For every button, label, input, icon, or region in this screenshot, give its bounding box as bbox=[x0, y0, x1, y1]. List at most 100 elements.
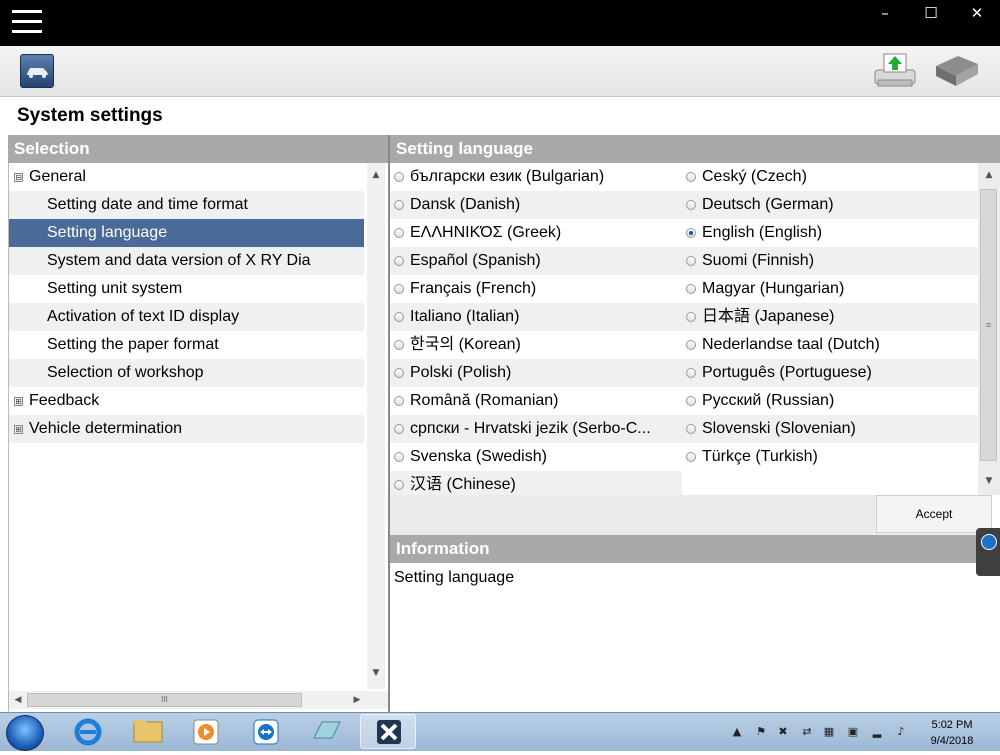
language-radio[interactable] bbox=[686, 172, 696, 182]
collapse-icon[interactable]: ⊟ bbox=[14, 173, 23, 182]
taskbar-app-button[interactable] bbox=[298, 714, 354, 749]
language-radio[interactable] bbox=[686, 396, 696, 406]
maximize-button[interactable]: ☐ bbox=[908, 0, 954, 26]
scroll-down-arrow-icon[interactable]: ▼ bbox=[368, 665, 384, 681]
language-radio[interactable] bbox=[394, 424, 404, 434]
language-option[interactable]: српски - Hrvatski jezik (Serbo-C... bbox=[394, 415, 680, 443]
language-option[interactable]: Español (Spanish) bbox=[394, 247, 680, 275]
printer-upload-button[interactable] bbox=[872, 50, 918, 90]
language-radio[interactable] bbox=[686, 368, 696, 378]
language-radio[interactable] bbox=[686, 424, 696, 434]
scroll-down-arrow-icon[interactable]: ▼ bbox=[981, 473, 997, 489]
language-radio[interactable] bbox=[394, 256, 404, 266]
selection-header: Selection bbox=[8, 135, 388, 163]
language-radio[interactable] bbox=[686, 200, 696, 210]
scroll-left-arrow-icon[interactable]: ◀ bbox=[10, 692, 26, 708]
language-option[interactable]: Português (Portuguese) bbox=[686, 359, 976, 387]
language-radio[interactable] bbox=[394, 480, 404, 490]
tray-device-icon[interactable]: ▣ bbox=[846, 725, 860, 739]
language-radio[interactable] bbox=[394, 172, 404, 182]
start-button[interactable] bbox=[6, 715, 44, 751]
language-option[interactable]: Italiano (Italian) bbox=[394, 303, 680, 331]
language-option[interactable]: Русский (Russian) bbox=[686, 387, 976, 415]
language-option[interactable]: Svenska (Swedish) bbox=[394, 443, 680, 471]
accept-button[interactable]: Accept bbox=[876, 495, 992, 533]
scroll-up-arrow-icon[interactable]: ▲ bbox=[368, 167, 384, 183]
language-option[interactable]: Polski (Polish) bbox=[394, 359, 680, 387]
tray-signal-icon[interactable]: ▂ bbox=[870, 725, 884, 739]
scroll-right-arrow-icon[interactable]: ▶ bbox=[349, 692, 365, 708]
language-option[interactable]: Magyar (Hungarian) bbox=[686, 275, 976, 303]
language-option[interactable]: Deutsch (German) bbox=[686, 191, 976, 219]
language-option[interactable]: Français (French) bbox=[394, 275, 680, 303]
language-radio[interactable] bbox=[394, 452, 404, 462]
language-radio[interactable] bbox=[394, 396, 404, 406]
language-radio[interactable] bbox=[686, 284, 696, 294]
tree-item[interactable]: Selection of workshop bbox=[9, 359, 364, 387]
language-option[interactable]: 한국의 (Korean) bbox=[394, 331, 680, 359]
taskbar-ie-button[interactable] bbox=[60, 714, 116, 749]
tray-security-icon[interactable]: ⚑ bbox=[754, 725, 768, 739]
language-option[interactable]: Nederlandse taal (Dutch) bbox=[686, 331, 976, 359]
language-vertical-scrollbar[interactable]: ▲ ≡ ▼ bbox=[978, 163, 1000, 495]
taskbar-clock[interactable]: 5:02 PM 9/4/2018 bbox=[922, 717, 982, 749]
close-button[interactable]: ✕ bbox=[954, 0, 1000, 26]
language-option[interactable]: ΕΛΛΗΝΙΚΌΣ (Greek) bbox=[394, 219, 680, 247]
tree-item[interactable]: ⊞ Feedback bbox=[9, 387, 364, 415]
language-radio[interactable] bbox=[686, 312, 696, 322]
taskbar-xentry-button[interactable] bbox=[360, 714, 416, 749]
tree-item[interactable]: System and data version of X RY Dia bbox=[9, 247, 364, 275]
language-option[interactable]: български език (Bulgarian) bbox=[394, 163, 680, 191]
language-radio[interactable] bbox=[394, 200, 404, 210]
selection-horizontal-scrollbar[interactable]: ◀ III ▶ bbox=[9, 691, 389, 709]
language-radio[interactable] bbox=[686, 340, 696, 350]
language-option[interactable]: 汉语 (Chinese) bbox=[394, 471, 680, 495]
selection-vertical-scrollbar[interactable]: ▲ ▼ bbox=[367, 163, 385, 689]
language-scroll-thumb[interactable]: ≡ bbox=[980, 189, 997, 461]
vehicle-button[interactable] bbox=[20, 54, 54, 88]
language-radio[interactable] bbox=[686, 256, 696, 266]
tray-expand-icon[interactable]: ▲ bbox=[730, 725, 744, 739]
manual-button[interactable] bbox=[932, 52, 982, 90]
language-radio[interactable] bbox=[686, 228, 696, 238]
language-label: Suomi (Finnish) bbox=[702, 252, 815, 269]
tree-item[interactable]: Setting date and time format bbox=[9, 191, 364, 219]
language-option[interactable]: Suomi (Finnish) bbox=[686, 247, 976, 275]
language-option[interactable]: Română (Romanian) bbox=[394, 387, 680, 415]
taskbar-teamviewer-button[interactable] bbox=[238, 714, 294, 749]
language-option[interactable]: Ceský (Czech) bbox=[686, 163, 976, 191]
language-radio[interactable] bbox=[394, 368, 404, 378]
language-option[interactable]: 日本語 (Japanese) bbox=[686, 303, 976, 331]
language-radio[interactable] bbox=[394, 284, 404, 294]
taskbar-explorer-button[interactable] bbox=[120, 714, 176, 749]
tray-network-error-icon[interactable]: ✖ bbox=[776, 725, 790, 739]
taskbar-media-button[interactable] bbox=[178, 714, 234, 749]
minimize-button[interactable]: – bbox=[862, 0, 908, 26]
tree-item[interactable]: ⊟ General bbox=[9, 163, 364, 191]
horizontal-scroll-thumb[interactable]: III bbox=[27, 693, 302, 707]
language-radio[interactable] bbox=[686, 452, 696, 462]
language-option[interactable]: English (English) bbox=[686, 219, 976, 247]
tree-item[interactable]: Setting language bbox=[9, 219, 364, 247]
language-option[interactable]: Dansk (Danish) bbox=[394, 191, 680, 219]
tray-volume-icon[interactable]: ♪ bbox=[894, 725, 908, 739]
expand-icon[interactable]: ⊞ bbox=[14, 425, 23, 434]
language-radio[interactable] bbox=[394, 312, 404, 322]
tree-item[interactable]: ⊞ Vehicle determination bbox=[9, 415, 364, 443]
teamviewer-side-tab[interactable] bbox=[976, 528, 1000, 576]
language-option[interactable]: Türkçe (Turkish) bbox=[686, 443, 976, 471]
language-label: 한국의 (Korean) bbox=[410, 336, 521, 353]
language-radio[interactable] bbox=[394, 340, 404, 350]
tray-teamviewer-icon[interactable]: ⇄ bbox=[800, 725, 814, 739]
tree-item[interactable]: Activation of text ID display bbox=[9, 303, 364, 331]
hamburger-icon[interactable] bbox=[12, 10, 42, 34]
tree-item[interactable]: Setting unit system bbox=[9, 275, 364, 303]
language-label: 汉语 (Chinese) bbox=[410, 476, 516, 493]
scroll-up-arrow-icon[interactable]: ▲ bbox=[981, 167, 997, 183]
language-label: Deutsch (German) bbox=[702, 196, 834, 213]
tree-item[interactable]: Setting the paper format bbox=[9, 331, 364, 359]
expand-icon[interactable]: ⊞ bbox=[14, 397, 23, 406]
language-radio[interactable] bbox=[394, 228, 404, 238]
language-option[interactable]: Slovenski (Slovenian) bbox=[686, 415, 976, 443]
tray-grid-icon[interactable]: ▦ bbox=[822, 725, 836, 739]
